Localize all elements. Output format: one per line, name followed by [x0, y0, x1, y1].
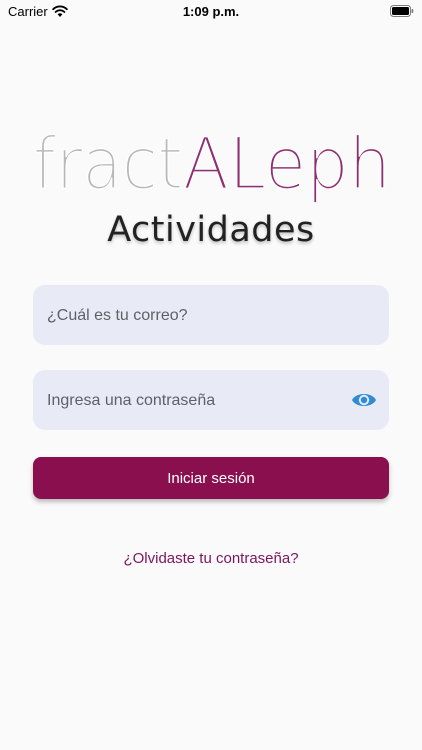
clock: 1:09 p.m.: [182, 4, 240, 19]
svg-text:ALeph: ALeph: [183, 128, 391, 205]
password-field-container: [33, 370, 389, 432]
email-field[interactable]: [45, 285, 349, 347]
status-bar: Carrier 1:09 p.m.: [0, 0, 422, 24]
login-button[interactable]: Iniciar sesión: [33, 457, 389, 499]
page-title: Actividades: [107, 210, 315, 250]
eye-icon[interactable]: [351, 388, 377, 412]
password-field[interactable]: [45, 370, 349, 432]
svg-text:fract: fract: [33, 128, 183, 205]
email-field-container: [33, 285, 389, 347]
battery-icon: [390, 5, 414, 17]
forgot-password-link[interactable]: ¿Olvidaste tu contraseña?: [0, 550, 422, 567]
brand-logo: fract ALeph: [33, 128, 392, 206]
